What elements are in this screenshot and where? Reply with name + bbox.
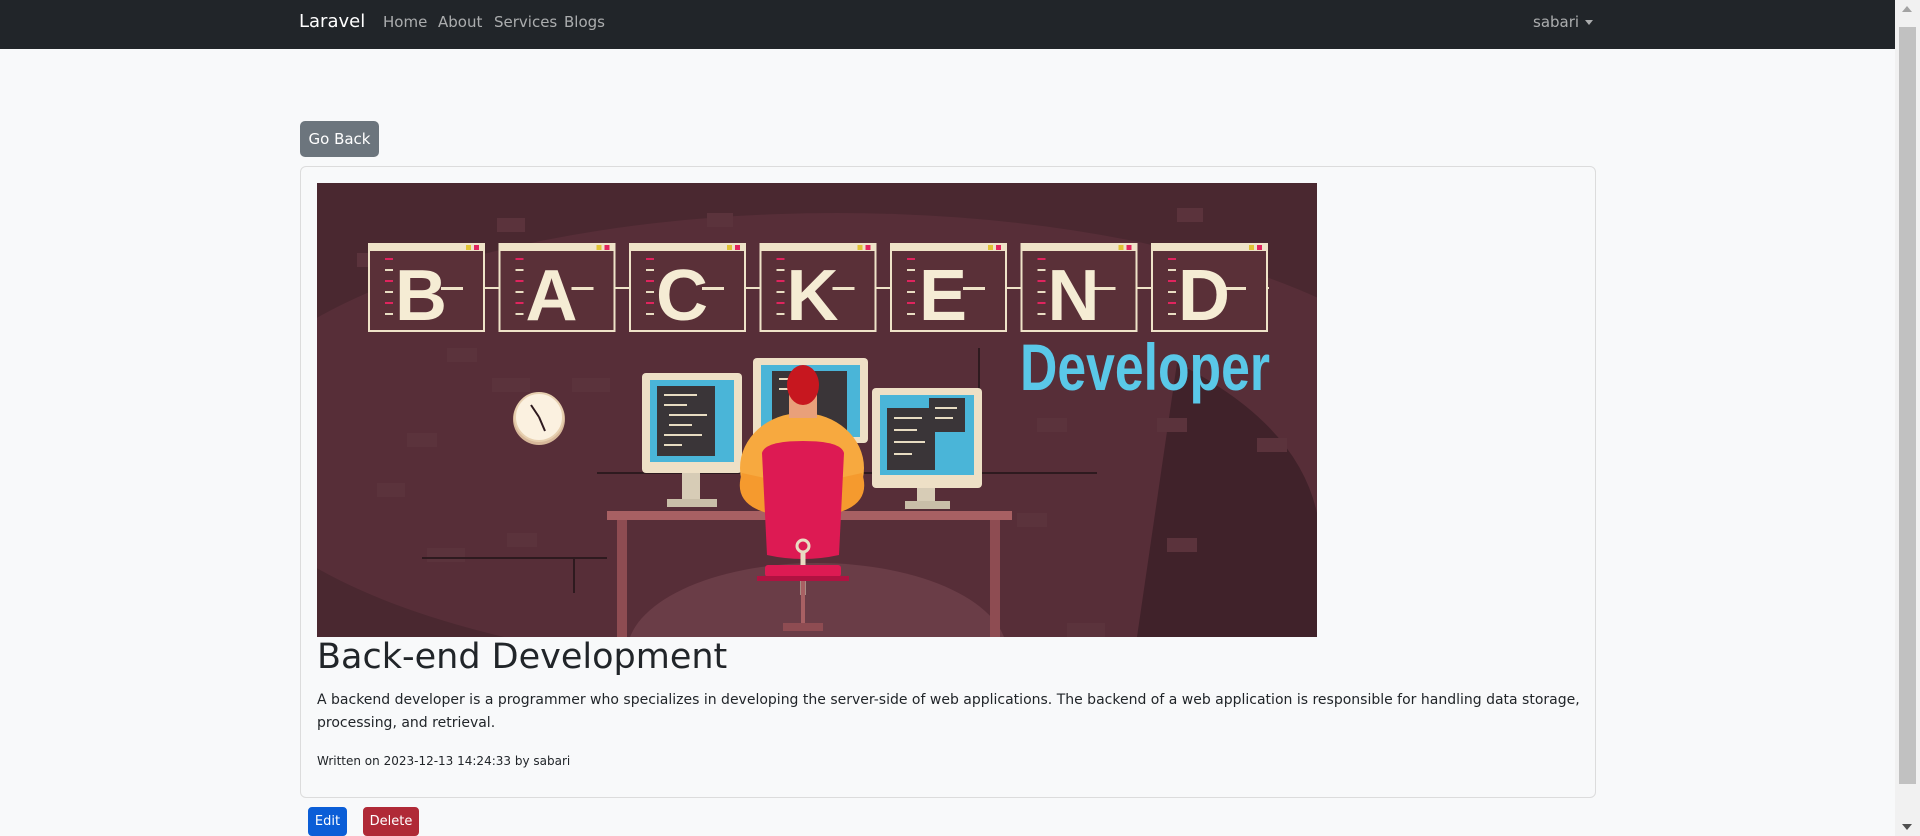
scroll-down-icon[interactable] <box>1902 824 1912 830</box>
nav-link-home[interactable]: Home <box>383 13 427 31</box>
hero-letter: K <box>787 256 839 336</box>
post-body: A backend developer is a programmer who … <box>317 692 1580 731</box>
page-scrollbar[interactable] <box>1895 0 1920 836</box>
hero-letter-window: K <box>759 243 877 336</box>
nav-link-about[interactable]: About <box>438 13 482 31</box>
hero-letter-window: D <box>1151 243 1268 336</box>
post-meta: Written on 2023-12-13 14:24:33 by sabari <box>317 754 571 768</box>
post-card: BACKE ND Developer Back-end Development A… <box>300 166 1596 798</box>
hero-letter-window: B <box>368 243 485 336</box>
delete-button[interactable]: Delete <box>363 807 419 836</box>
hero-letter-window: N <box>1020 243 1138 336</box>
caret-down-icon <box>1585 19 1594 25</box>
hero-letter: N <box>1048 256 1100 336</box>
user-name: sabari <box>1533 13 1580 31</box>
hero-letter: D <box>1178 256 1230 336</box>
navbar: Laravel Home About Services Blogs sabari <box>0 0 1895 49</box>
nav-link-blogs[interactable]: Blogs <box>564 13 605 31</box>
go-back-button[interactable]: Go Back <box>300 121 379 157</box>
post-title: Back-end Development <box>317 637 728 677</box>
hero-letter: C <box>656 256 708 336</box>
hero-letter: B <box>395 256 447 336</box>
nav-link-services[interactable]: Services <box>494 13 557 31</box>
hero-caption-text: Developer <box>1020 330 1270 404</box>
hero-letter-window: E <box>890 243 1007 336</box>
scroll-up-icon[interactable] <box>1902 6 1912 12</box>
hero-letter-window: A <box>498 243 616 336</box>
scrollbar-thumb[interactable] <box>1899 27 1916 784</box>
edit-button[interactable]: Edit <box>308 807 347 836</box>
post-cover-image: BACKE ND Developer <box>317 183 1317 637</box>
hero-letter: E <box>919 256 967 336</box>
user-dropdown[interactable]: sabari <box>1533 13 1594 31</box>
hero-letter: A <box>526 256 578 336</box>
brand-logo[interactable]: Laravel <box>299 11 365 32</box>
hero-letter-window: C <box>629 243 746 336</box>
